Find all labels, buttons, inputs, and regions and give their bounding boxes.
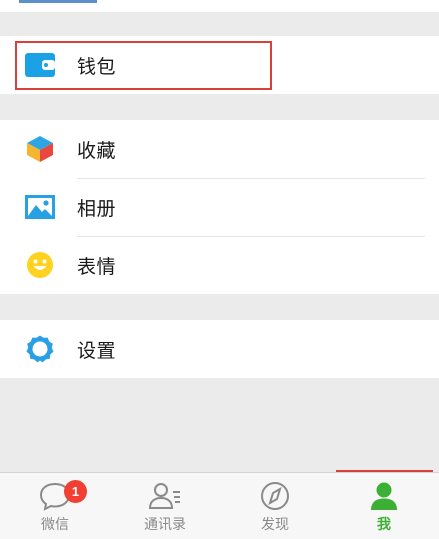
settings-label: 设置 xyxy=(77,339,117,362)
tab-contacts-label: 通讯录 xyxy=(144,517,186,533)
menu-item-album[interactable]: 相册 xyxy=(0,178,439,236)
menu-item-favorites[interactable]: 收藏 xyxy=(0,120,439,178)
contacts-icon xyxy=(148,481,182,511)
wallet-group: 钱包 xyxy=(0,36,439,94)
tab-me[interactable]: 我 xyxy=(329,473,439,539)
favorites-cube-icon xyxy=(25,134,55,164)
tab-contacts[interactable]: 通讯录 xyxy=(110,473,220,539)
menu-item-stickers[interactable]: 表情 xyxy=(0,236,439,294)
tab-chats[interactable]: 1 微信 xyxy=(0,473,110,539)
gear-icon xyxy=(25,334,55,364)
stickers-label: 表情 xyxy=(77,255,117,278)
tab-discover[interactable]: 发现 xyxy=(220,473,330,539)
smiley-face-icon xyxy=(25,250,55,280)
menu-item-wallet[interactable]: 钱包 xyxy=(0,36,439,94)
top-partial-row xyxy=(0,0,439,12)
menu-item-settings[interactable]: 设置 xyxy=(0,320,439,378)
settings-group: 设置 xyxy=(0,320,439,378)
album-label: 相册 xyxy=(77,197,117,220)
unread-badge: 1 xyxy=(64,480,87,503)
person-icon xyxy=(367,481,401,511)
album-picture-icon xyxy=(25,192,55,222)
tab-chats-label: 微信 xyxy=(41,517,69,533)
top-accent-bar xyxy=(19,0,97,3)
wallet-icon xyxy=(25,50,55,80)
media-group: 收藏 相册 表情 xyxy=(0,120,439,294)
tab-me-label: 我 xyxy=(377,517,391,533)
bottom-tab-bar: 1 微信 通讯录 发现 我 xyxy=(0,472,439,539)
wallet-label: 钱包 xyxy=(77,55,117,78)
favorites-label: 收藏 xyxy=(77,139,117,162)
tab-discover-label: 发现 xyxy=(261,517,289,533)
compass-icon xyxy=(258,481,292,511)
